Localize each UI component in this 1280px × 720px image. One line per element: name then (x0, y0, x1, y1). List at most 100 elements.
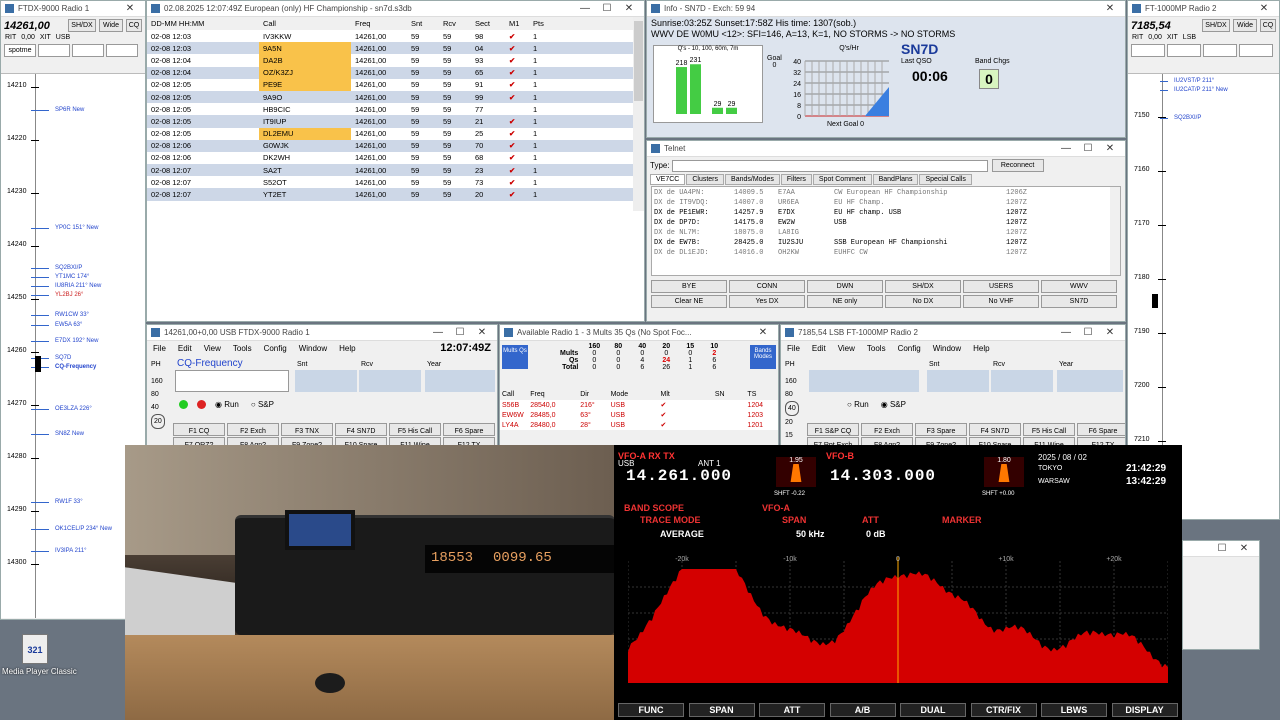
power-item[interactable]: 40 (151, 401, 165, 414)
clear-ne-button[interactable]: Clear NE (651, 295, 727, 308)
minimize-icon[interactable]: — (427, 327, 449, 338)
tab-filters[interactable]: Filters (780, 174, 812, 185)
f1-cq-key[interactable]: F1 CQ (173, 423, 225, 436)
maximize-icon[interactable]: ☐ (1211, 543, 1233, 554)
menu-config[interactable]: Config (264, 344, 287, 353)
sn7d-button[interactable]: SN7D (1041, 295, 1117, 308)
close-icon[interactable]: ✕ (1233, 543, 1255, 554)
power-item[interactable]: 160 (151, 375, 165, 388)
scrollbar[interactable] (1110, 187, 1120, 275)
power-item[interactable]: 20 (151, 414, 165, 429)
f5-his-call-key[interactable]: F5 His Call (389, 423, 441, 436)
title-bar[interactable]: Info - SN7D - Exch: 59 94 ✕ (647, 1, 1125, 17)
close-icon[interactable]: ✕ (1099, 327, 1121, 338)
spot-entry[interactable]: IU8RIA 211° New (31, 283, 101, 289)
a-b-softkey[interactable]: A/B (829, 703, 896, 717)
title-bar[interactable]: ☐ ✕ (1183, 541, 1259, 557)
minimize-icon[interactable]: — (1055, 327, 1077, 338)
tab-bandplans[interactable]: BandPlans (872, 174, 919, 185)
title-bar[interactable]: FTDX-9000 Radio 1 ✕ (1, 1, 145, 17)
filter-box[interactable] (1239, 44, 1273, 57)
filter-box[interactable] (106, 44, 138, 57)
f2-exch-key[interactable]: F2 Exch (861, 423, 913, 436)
spot-entry[interactable]: OE3LZA 226° (31, 406, 92, 412)
title-bar[interactable]: 14261,00+0,00 USB FTDX-9000 Radio 1 — ☐ ✕ (147, 325, 497, 341)
close-icon[interactable]: ✕ (1253, 3, 1275, 14)
title-bar[interactable]: 02.08.2025 12:07:49Z European (only) HF … (147, 1, 644, 17)
mpc-desktop-shortcut[interactable]: 321 Media Player Classic (2, 634, 122, 676)
column-header[interactable]: Sect (471, 17, 505, 30)
f3-tnx-key[interactable]: F3 TNX (281, 423, 333, 436)
spot-entry[interactable]: SQ2BXI/P (1160, 115, 1201, 121)
sh-dx-button[interactable]: SH/DX (885, 280, 961, 293)
spot-entry[interactable]: YT1MC 174° (31, 274, 89, 280)
span-softkey[interactable]: SPAN (688, 703, 755, 717)
func-softkey[interactable]: FUNC (618, 703, 684, 717)
tab-ve7cc[interactable]: VE7CC (650, 174, 686, 185)
f3-spare-key[interactable]: F3 Spare (915, 423, 967, 436)
table-row[interactable]: 02-08 12:03 9A5N 14261,00 59 59 04 ✔ 1 (147, 42, 633, 55)
menu-config[interactable]: Config (898, 344, 921, 353)
table-row[interactable]: 02-08 12:05 9A9O 14261,00 59 59 99 ✔ 1 (147, 90, 633, 104)
no-vhf-button[interactable]: No VHF (963, 295, 1039, 308)
power-item[interactable]: 20 (785, 416, 799, 429)
rcv-input[interactable] (359, 370, 421, 392)
spot-entry[interactable]: EW5A 63° (31, 322, 82, 328)
column-header[interactable]: M1 (505, 17, 529, 30)
menu-help[interactable]: Help (339, 344, 355, 353)
spot-entry[interactable]: IU2CAT/P 211° New (1160, 87, 1228, 93)
year-input[interactable] (1057, 370, 1123, 392)
telnet-line[interactable]: DX de DL1EJD: 14016.0 OH2KW EUHFC CW 1207Z (654, 248, 1118, 258)
filter-box[interactable] (1131, 44, 1165, 57)
tab-spot-comment[interactable]: Spot Comment (812, 174, 872, 185)
power-list[interactable]: 160 80 40 20 (151, 375, 165, 429)
table-row[interactable]: 02-08 12:04 OZ/K3ZJ 14261,00 59 59 65 ✔ 1 (147, 66, 633, 79)
table-row[interactable]: 02-08 12:05 IT9IUP 14261,00 59 59 21 ✔ 1 (147, 115, 633, 128)
wide-button[interactable]: Wide (1233, 19, 1257, 32)
spot-entry[interactable]: IV3IPA 211° (31, 548, 87, 554)
type-input[interactable] (671, 159, 988, 172)
callsign-input[interactable] (175, 370, 289, 392)
scrollbar[interactable] (633, 17, 644, 211)
column-header[interactable]: Pts (529, 17, 633, 30)
spot-entry[interactable]: SN8Z New (31, 431, 84, 437)
telnet-line[interactable]: DX de NL7M: 18075.0 LA8IG 1207Z (654, 228, 1118, 238)
power-item[interactable]: 80 (151, 388, 165, 401)
wide-button[interactable]: Wide (99, 19, 123, 32)
display-softkey[interactable]: DISPLAY (1111, 703, 1178, 717)
f6-spare-key[interactable]: F6 Spare (1077, 423, 1125, 436)
year-input[interactable] (425, 370, 495, 392)
spot-row[interactable]: EW6W 28485,0 63° USB ✔ 1203 (500, 410, 778, 420)
spot-row[interactable]: LY4A 28480,0 28° USB ✔ 1201 (500, 420, 778, 430)
log-table[interactable]: DD-MM HH:MM Call Freq Snt Rcv Sect M1 Pt… (147, 17, 633, 201)
bye-button[interactable]: BYE (651, 280, 727, 293)
sp-radio[interactable]: ○ S&P (251, 400, 274, 409)
spot-entry[interactable]: SQ2BXI/P (31, 265, 82, 271)
f5-his-call-key[interactable]: F5 His Call (1023, 423, 1075, 436)
tab-special-calls[interactable]: Special Calls (919, 174, 972, 185)
table-row[interactable]: 02-08 12:05 HB9CIC 14261,00 59 59 77 1 (147, 103, 633, 116)
wwv-button[interactable]: WWV (1041, 280, 1117, 293)
power-item[interactable]: 80 (785, 388, 799, 401)
run-sp-radio[interactable]: ◉ Run ○ S&P (215, 400, 274, 409)
menu-view[interactable]: View (838, 344, 855, 353)
maximize-icon[interactable]: ☐ (1077, 327, 1099, 338)
table-row[interactable]: 02-08 12:06 G0WJK 14261,00 59 59 70 ✔ 1 (147, 139, 633, 152)
mult-spots-table[interactable]: Call Freq Dir Mode Mlt SN TS S56B 28540,0 216° USB… (500, 389, 778, 430)
menu-view[interactable]: View (204, 344, 221, 353)
column-header[interactable]: Rcv (439, 17, 471, 30)
telnet-line[interactable]: DX de IT9VDQ: 14007.0 UR6EA EU HF Champ. 120… (654, 198, 1118, 208)
menu-file[interactable]: File (787, 344, 800, 353)
users-button[interactable]: USERS (963, 280, 1039, 293)
callsign-input[interactable] (809, 370, 919, 392)
shdx-button[interactable]: SH/DX (1202, 19, 1230, 32)
spot-entry[interactable]: YP0C 151° New (31, 225, 98, 231)
close-icon[interactable]: ✕ (1099, 143, 1121, 154)
column-header[interactable]: Call (259, 17, 351, 30)
maximize-icon[interactable]: ☐ (596, 3, 618, 14)
conn-button[interactable]: CONN (729, 280, 805, 293)
close-icon[interactable]: ✕ (471, 327, 493, 338)
filter-box[interactable] (38, 44, 70, 57)
telnet-line[interactable]: DX de DP7D: 14175.0 EW2W USB 1207Z (654, 218, 1118, 228)
snt-input[interactable] (295, 370, 357, 392)
